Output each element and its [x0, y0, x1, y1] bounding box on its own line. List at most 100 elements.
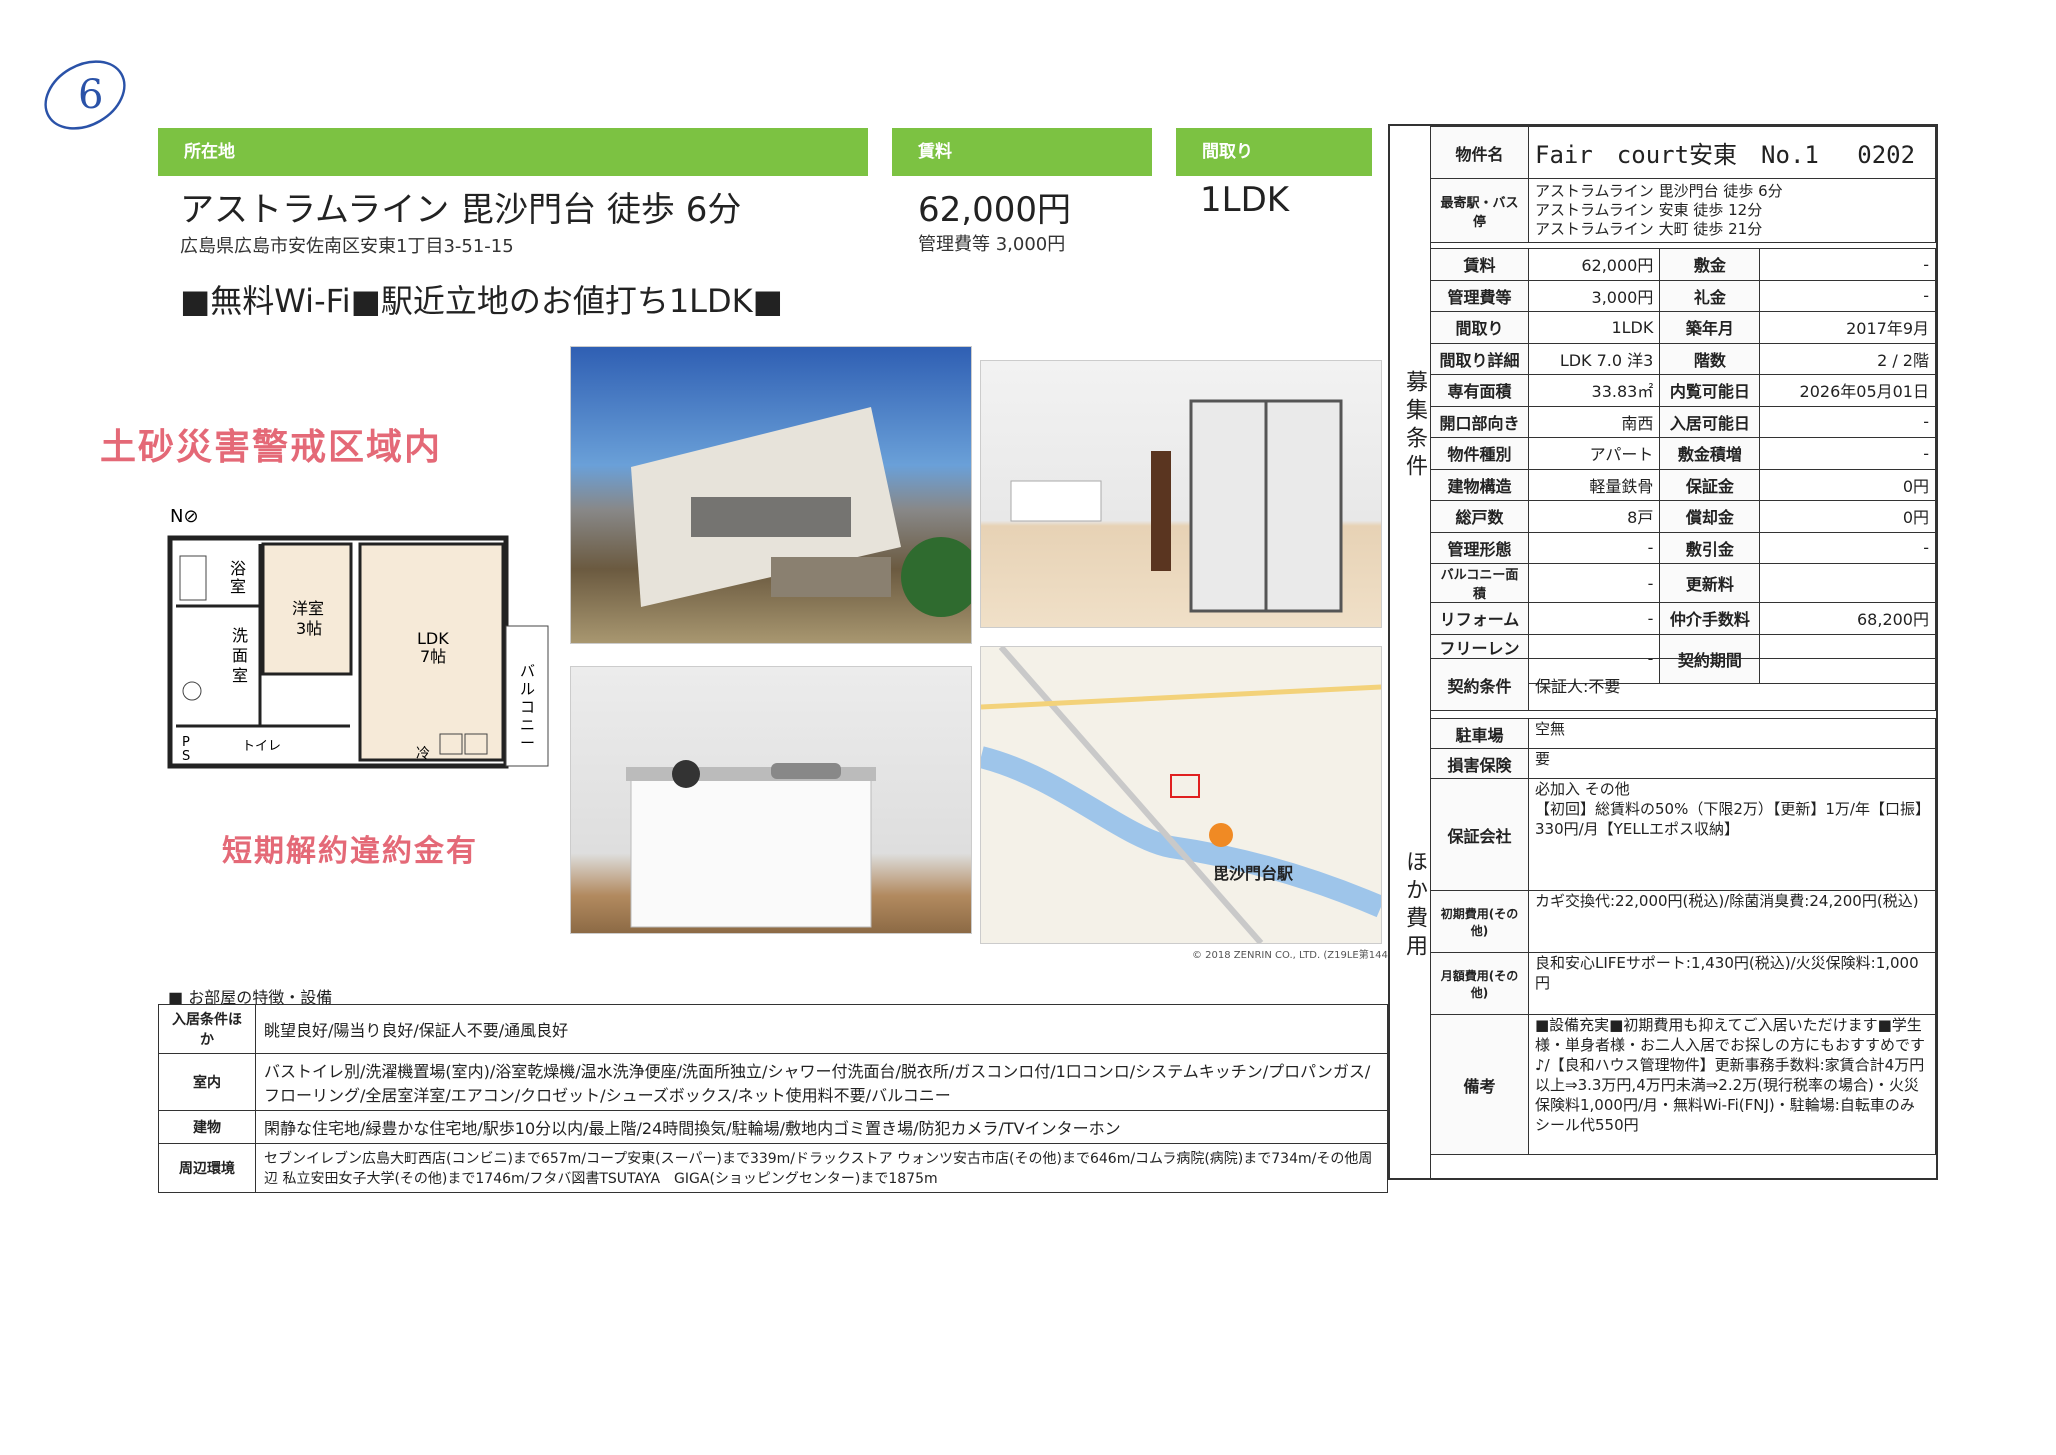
spec-key: 物件種別 [1430, 437, 1529, 470]
table-row: 物件名 Fair court安東 No.1 0202 [1430, 126, 1936, 179]
feat-value: 閑静な住宅地/緑豊かな住宅地/駅歩10分以内/最上階/24時間換気/駐輪場/敷地… [255, 1110, 1388, 1144]
contract-table: 契約条件 保証人:不要 [1430, 658, 1936, 711]
spec-value: 8戸 [1527, 500, 1661, 533]
table-row: 備考 ■設備充実■初期費用も抑えてご入居いただけます■学生様・単身者様・お二人入居… [1430, 1014, 1936, 1155]
feat-key: 周辺環境 [158, 1143, 256, 1193]
other-table: 駐車場 空無 損害保険要保証会社 必加入 その他 【初回】総賃料の50%（下限2万）【… [1430, 718, 1936, 1155]
spec-value: アパート [1527, 437, 1661, 470]
spec-key: 敷金 [1659, 248, 1761, 281]
spec-value: 2017年9月 [1759, 311, 1936, 344]
spec-value [1759, 563, 1936, 603]
spec-key: 賃料 [1430, 248, 1529, 281]
spec-key: 備考 [1430, 1014, 1529, 1155]
features-table: 入居条件ほか 眺望良好/陽当り良好/保証人不要/通風良好 室内 バストイレ別/洗濯機… [158, 1004, 1388, 1193]
spec-key: 階数 [1659, 342, 1761, 375]
station-line: アストラムライン 安東 徒歩 12分 [1535, 201, 1763, 219]
kitchen-photo [570, 666, 972, 934]
svg-text:室: 室 [232, 666, 248, 685]
table-row: 間取り詳細 LDK 7.0 洋3 階数 2 / 2階 [1430, 342, 1936, 375]
layout-value: 1LDK [1200, 180, 1290, 220]
table-row: 初期費用(その他) カギ交換代:22,000円(税込)/除菌消臭費:24,200円… [1430, 890, 1936, 953]
table-row: 保証会社 必加入 その他 【初回】総賃料の50%（下限2万）【更新】1万/年【口振… [1430, 778, 1936, 891]
svg-text:ル: ル [520, 680, 535, 698]
spec-value: - [1527, 563, 1661, 603]
feat-key: 室内 [158, 1053, 256, 1111]
spec-key: 償却金 [1659, 500, 1761, 533]
spec-key: 入居可能日 [1659, 405, 1761, 438]
spec-value: - [1759, 531, 1936, 564]
svg-text:7帖: 7帖 [420, 647, 446, 666]
spec-key: バルコニー面積 [1430, 563, 1529, 603]
table-row: 月額費用(その他) 良和安心LIFEサポート:1,430円(税込)/火災保険料:1… [1430, 952, 1936, 1015]
handwritten-number: 6 [78, 72, 103, 118]
spec-key: 初期費用(その他) [1430, 890, 1529, 953]
spec-value: 要 [1528, 748, 1936, 779]
map-station: 毘沙門台駅 [1213, 864, 1294, 883]
feat-key: 入居条件ほか [158, 1004, 256, 1054]
spec-value: - [1527, 602, 1661, 635]
mgmt-fee: 管理費等 3,000円 [918, 234, 1066, 255]
spec-value: 1LDK [1527, 311, 1661, 344]
table-row: 室内 バストイレ別/洗濯機置場(室内)/浴室乾燥機/温水洗浄便座/洗面所独立/シャ… [158, 1053, 1388, 1111]
exterior-photo [570, 346, 972, 644]
spec-value: - [1527, 531, 1661, 564]
address-text: 広島県広島市安佐南区安東1丁目3-51-15 [180, 236, 514, 257]
spec-key: 築年月 [1659, 311, 1761, 344]
rent-bar: 賃料 [892, 128, 1152, 176]
table-row: 最寄駅・バス停 アストラムライン 毘沙門台 徒歩 6分 アストラムライン 安東 … [1430, 178, 1936, 243]
spec-key: 仲介手数料 [1659, 602, 1761, 635]
room-icon [1010, 399, 1343, 613]
table-row: 損害保険要 [1430, 748, 1936, 779]
kitchen-icon [626, 760, 876, 928]
side-label-other: ほか費用 [1402, 850, 1427, 962]
sediment-stamp: 土砂災害警戒区域内 [100, 427, 443, 468]
side-bar [1390, 126, 1431, 1178]
spec-key: 契約条件 [1430, 658, 1529, 711]
feat-value: 眺望良好/陽当り良好/保証人不要/通風良好 [255, 1004, 1388, 1054]
building-icon [631, 407, 971, 617]
contract-value: 保証人:不要 [1528, 658, 1936, 711]
spec-value: 0円 [1759, 500, 1936, 533]
spec-key: 建物構造 [1430, 468, 1529, 501]
table-row: 入居条件ほか 眺望良好/陽当り良好/保証人不要/通風良好 [158, 1004, 1388, 1054]
map-icon: 毘沙門台駅 [981, 647, 1381, 943]
spec-key: 専有面積 [1430, 374, 1529, 407]
spec-key: 礼金 [1659, 279, 1761, 312]
spec-key: 保証会社 [1430, 778, 1529, 891]
spec-key: リフォーム [1430, 602, 1529, 635]
spec-key: 更新料 [1659, 563, 1761, 603]
feat-value: セブンイレブン広島大町西店(コンビニ)まで657m/コープ安東(スーパー)まで3… [255, 1143, 1388, 1193]
table-row: 契約条件 保証人:不要 [1430, 658, 1936, 711]
station-line: アストラムライン 大町 徒歩 21分 [1535, 220, 1763, 238]
spec-value: 必加入 その他 【初回】総賃料の50%（下限2万）【更新】1万/年【口振】330… [1528, 778, 1936, 891]
spec-key: 敷引金 [1659, 531, 1761, 564]
table-row: バルコニー面積 - 更新料 [1430, 563, 1936, 603]
spec-value: - [1759, 279, 1936, 312]
spec-value: 68,200円 [1759, 602, 1936, 635]
table-row: 駐車場 空無 [1430, 718, 1936, 749]
property-name: Fair court安東 No.1 0202 [1528, 126, 1936, 179]
spec-value: - [1759, 437, 1936, 470]
spec-key: 敷金積増 [1659, 437, 1761, 470]
fp-balcony: バ [520, 662, 535, 680]
rent-value: 62,000円 [918, 190, 1071, 230]
spec-value: LDK 7.0 洋3 [1527, 342, 1661, 375]
spec-value: 軽量鉄骨 [1527, 468, 1661, 501]
spec-value: 62,000円 [1527, 248, 1661, 281]
spec-value: 2 / 2階 [1759, 342, 1936, 375]
table-row: リフォーム - 仲介手数料 68,200円 [1430, 602, 1936, 635]
side-label-conditions: 募集条件 [1402, 370, 1427, 482]
table-row: 間取り 1LDK 築年月 2017年9月 [1430, 311, 1936, 344]
spec-key: 管理形態 [1430, 531, 1529, 564]
table-row: 建物構造 軽量鉄骨 保証金 0円 [1430, 468, 1936, 501]
spec-key: 総戸数 [1430, 500, 1529, 533]
map-image[interactable]: 毘沙門台駅 [980, 646, 1382, 944]
layout-bar: 間取り [1176, 128, 1372, 176]
feat-value: バストイレ別/洗濯機置場(室内)/浴室乾燥機/温水洗浄便座/洗面所独立/シャワー… [255, 1053, 1388, 1111]
spec-value: ■設備充実■初期費用も抑えてご入居いただけます■学生様・単身者様・お二人入居でお… [1528, 1014, 1936, 1155]
interior-photo [980, 360, 1382, 628]
spec-key: 内覧可能日 [1659, 374, 1761, 407]
spec-value: 0円 [1759, 468, 1936, 501]
station-line: アストラムライン 毘沙門台 徒歩 6分 [1535, 182, 1783, 200]
spec-header-table: 物件名 Fair court安東 No.1 0202 最寄駅・バス停 アストラム… [1430, 126, 1936, 243]
